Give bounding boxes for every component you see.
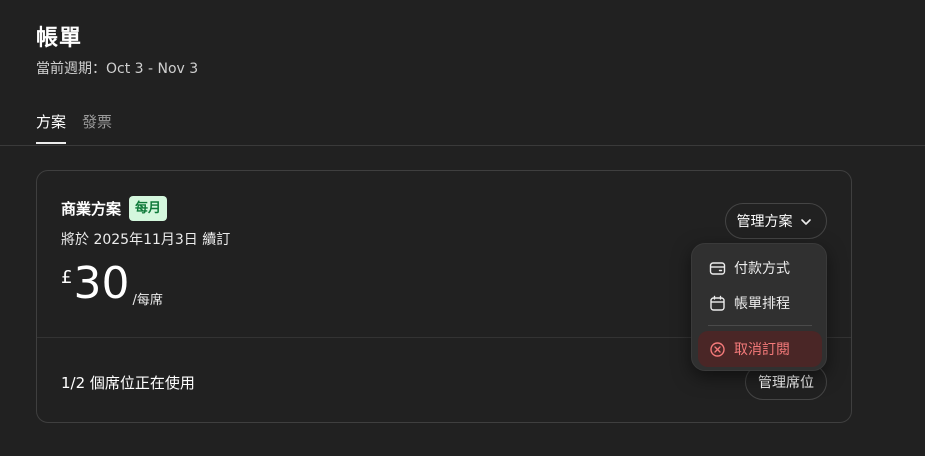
tab-bar: 方案 發票 <box>36 111 112 144</box>
page-title: 帳單 <box>36 26 83 51</box>
menu-item-label: 付款方式 <box>734 261 790 277</box>
plan-name: 商業方案 <box>61 200 122 218</box>
seats-usage: 1/2 個席位正在使用 <box>61 374 195 392</box>
price-amount: 30 <box>73 258 130 309</box>
billing-cycle-badge: 每月 <box>129 196 168 221</box>
price-currency: £ <box>61 267 73 288</box>
cancel-circle-icon <box>709 341 726 358</box>
menu-item-label: 帳單排程 <box>734 296 790 312</box>
manage-plan-button[interactable]: 管理方案 <box>725 203 827 239</box>
credit-card-icon <box>709 260 726 277</box>
renewal-date: 將於 2025年11月3日 續訂 <box>61 232 231 248</box>
billing-period: 當前週期：Oct 3 - Nov 3 <box>36 61 199 77</box>
menu-item-cancel-subscription[interactable]: 取消訂閱 <box>698 331 822 367</box>
tab-invoices[interactable]: 發票 <box>82 111 112 144</box>
manage-plan-label: 管理方案 <box>736 214 793 230</box>
menu-item-label: 取消訂閱 <box>734 342 790 358</box>
calendar-icon <box>709 295 726 312</box>
plan-price: £ 30 /每席 <box>61 259 163 309</box>
menu-item-billing-schedule[interactable]: 帳單排程 <box>698 285 822 321</box>
plan-header: 商業方案 每月 <box>61 196 168 221</box>
price-unit: /每席 <box>132 293 163 308</box>
menu-item-payment-method[interactable]: 付款方式 <box>698 250 822 286</box>
billing-page: 帳單 當前週期：Oct 3 - Nov 3 方案 發票 商業方案 每月 將於 2… <box>0 0 925 456</box>
tabs-divider <box>0 145 925 146</box>
tab-plan[interactable]: 方案 <box>36 111 67 144</box>
chevron-down-icon <box>799 213 816 230</box>
manage-plan-menu: 付款方式 帳單排程 取消訂閱 <box>691 243 827 371</box>
menu-divider <box>708 325 812 326</box>
